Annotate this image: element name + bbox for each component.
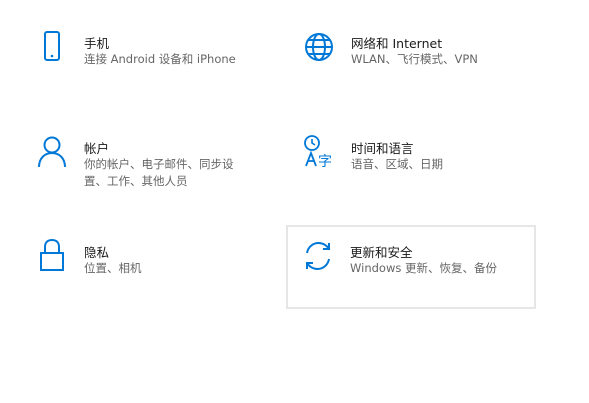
tile-title: 帐户: [84, 141, 110, 156]
settings-tile-accounts[interactable]: 帐户 你的帐户、电子邮件、同步设置、工作、其他人员: [20, 128, 270, 198]
settings-grid: 手机 连接 Android 设备和 iPhone 网络和 Internet WL…: [0, 0, 589, 403]
tile-description: Windows 更新、恢复、备份: [350, 261, 497, 275]
globe-icon: [303, 30, 335, 64]
settings-tile-update-security[interactable]: 更新和安全 Windows 更新、恢复、备份: [286, 225, 536, 309]
lock-icon: [36, 238, 68, 272]
tile-title: 隐私: [84, 245, 110, 260]
tile-description: 语音、区域、日期: [351, 157, 443, 171]
tile-description: WLAN、飞行模式、VPN: [351, 52, 478, 66]
tile-description: 位置、相机: [84, 261, 142, 275]
person-icon: [36, 134, 68, 168]
settings-tile-privacy[interactable]: 隐私 位置、相机: [20, 232, 270, 292]
time-language-icon: 字: [303, 134, 335, 168]
tile-description: 你的帐户、电子邮件、同步设置、工作、其他人员: [84, 157, 234, 188]
tile-title: 时间和语言: [351, 141, 414, 156]
settings-tile-time-language[interactable]: 字 时间和语言 语音、区域、日期: [287, 128, 537, 188]
sync-icon: [302, 239, 334, 273]
svg-text:字: 字: [318, 154, 332, 168]
phone-icon: [36, 30, 68, 64]
tile-title: 更新和安全: [350, 245, 413, 260]
tile-title: 网络和 Internet: [351, 36, 443, 51]
tile-title: 手机: [84, 36, 110, 51]
settings-tile-network[interactable]: 网络和 Internet WLAN、飞行模式、VPN: [287, 24, 537, 84]
tile-description: 连接 Android 设备和 iPhone: [84, 52, 236, 66]
settings-tile-phone[interactable]: 手机 连接 Android 设备和 iPhone: [20, 24, 270, 84]
